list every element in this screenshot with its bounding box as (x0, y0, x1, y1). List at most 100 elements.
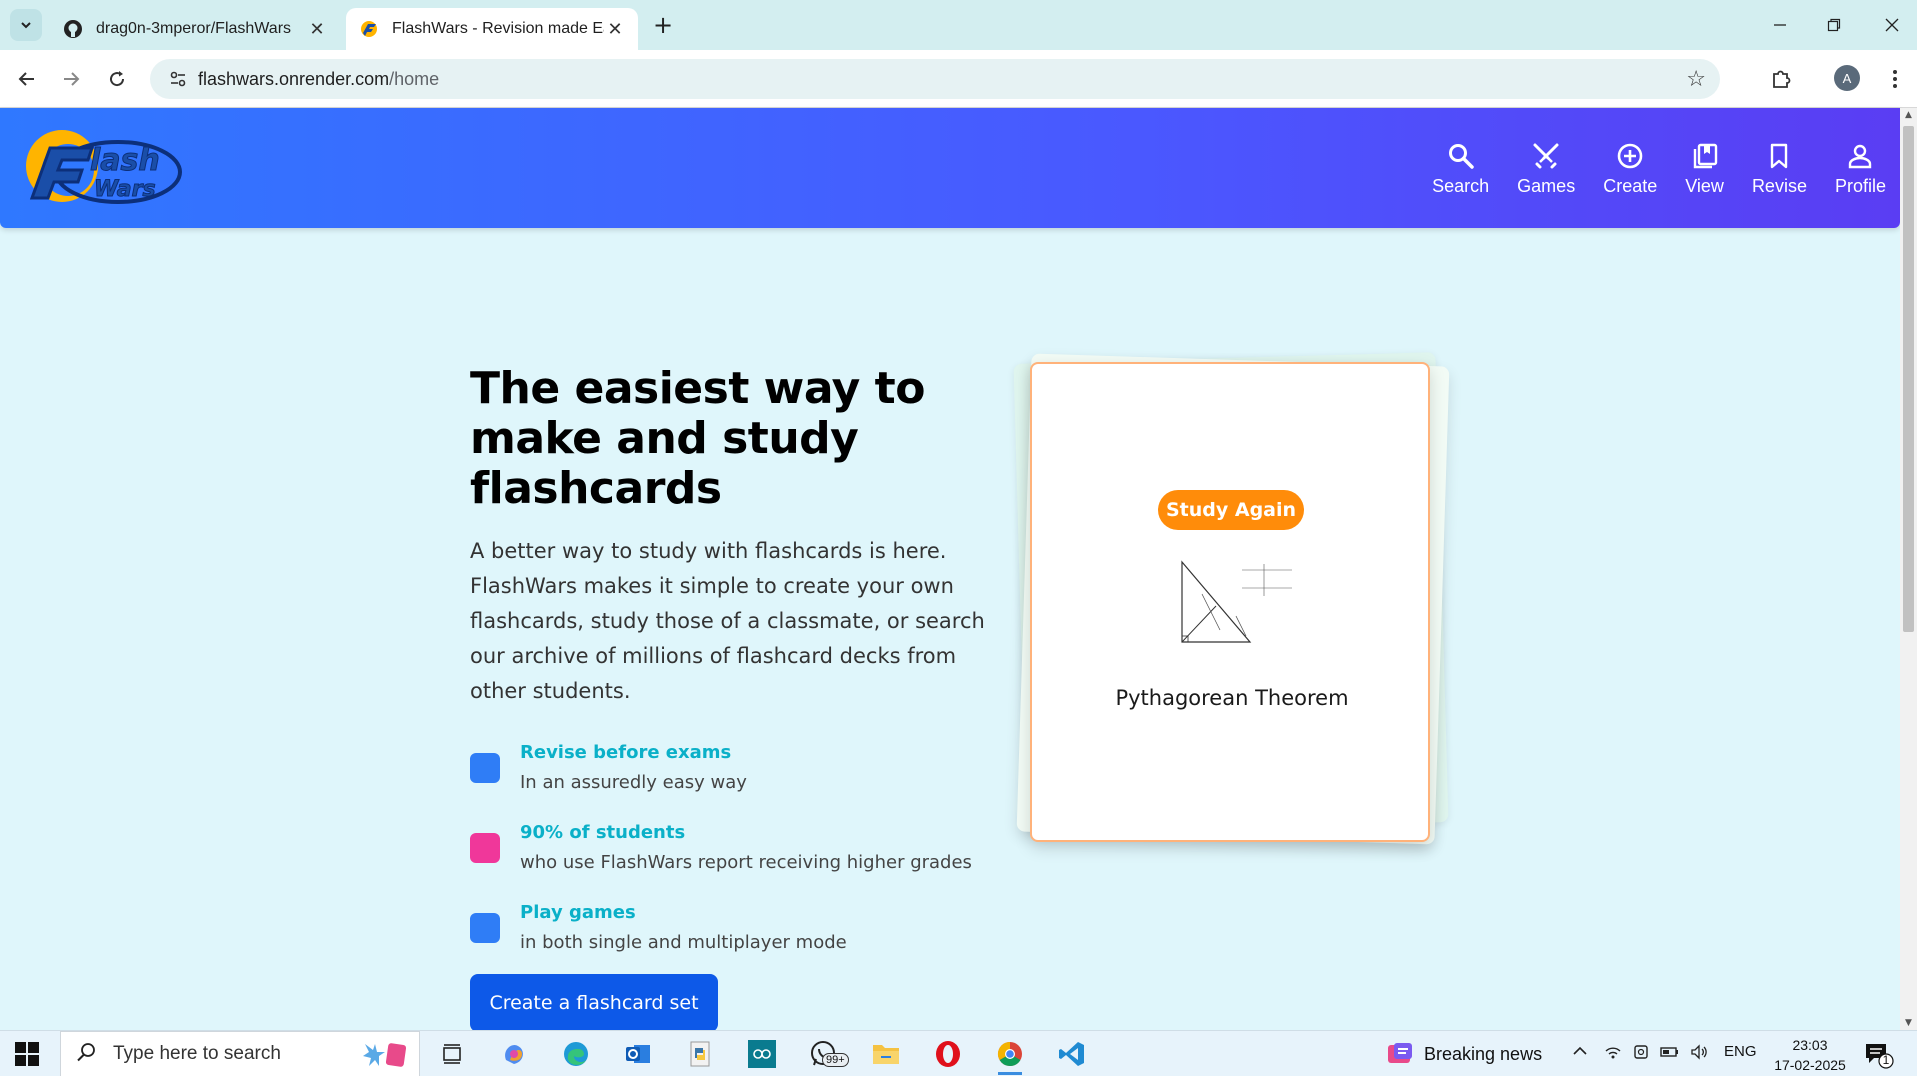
nav-create[interactable]: Create (1589, 140, 1671, 204)
feature-title: 90% of students (520, 822, 686, 843)
flashcard-preview[interactable]: Study Again Pythagorean Theorem (1030, 362, 1430, 842)
edge-app[interactable] (560, 1039, 592, 1069)
main-nav: Search Games Create View Revise Profile (1418, 140, 1900, 204)
outlook-app[interactable] (622, 1039, 654, 1069)
search-icon (1447, 140, 1475, 172)
forward-button[interactable] (56, 64, 86, 94)
battery-icon[interactable] (1660, 1043, 1680, 1065)
python-app[interactable] (684, 1039, 716, 1069)
tab-flashwars[interactable]: FlashWars - Revision made Easy ✕ (346, 8, 638, 50)
extensions-button[interactable] (1766, 64, 1796, 94)
nav-revise[interactable]: Revise (1738, 140, 1821, 204)
nav-label: View (1685, 176, 1724, 196)
browser-toolbar: flashwars.onrender.com/home ☆ A (0, 50, 1917, 108)
scrollbar-thumb[interactable] (1903, 126, 1914, 632)
notification-badge: 99+ (822, 1053, 849, 1067)
taskbar-clock[interactable]: 23:03 17-02-2025 (1770, 1035, 1850, 1075)
search-highlight-icon (359, 1040, 409, 1074)
url-text: flashwars.onrender.com/home (198, 69, 439, 90)
nav-search[interactable]: Search (1418, 140, 1503, 204)
bookmark-star-icon[interactable]: ☆ (1686, 67, 1706, 92)
feature-title: Play games (520, 902, 636, 923)
news-text: Breaking news (1424, 1043, 1543, 1064)
tab-search-button[interactable] (10, 9, 42, 41)
reload-button[interactable] (102, 64, 132, 94)
news-widget[interactable]: Breaking news (1386, 1039, 1542, 1069)
taskbar-search-box[interactable]: Type here to search (60, 1031, 420, 1076)
pythagorean-diagram-image (1181, 560, 1292, 643)
flashwars-favicon-icon (358, 18, 380, 40)
restore-button[interactable] (1814, 10, 1854, 40)
whatsapp-app[interactable]: 99+ (808, 1039, 849, 1069)
clock-date: 17-02-2025 (1774, 1057, 1846, 1073)
page-scrollbar[interactable]: ▲ ▼ (1900, 108, 1917, 1030)
arduino-icon (748, 1040, 776, 1068)
tab-github[interactable]: drag0n-3mperor/FlashWars ✕ (50, 8, 340, 50)
python-file-icon (690, 1041, 710, 1067)
study-again-badge: Study Again (1158, 490, 1304, 530)
scroll-up-icon[interactable]: ▲ (1904, 110, 1913, 120)
address-bar[interactable]: flashwars.onrender.com/home ☆ (150, 59, 1720, 99)
nav-label: Create (1603, 176, 1658, 196)
meet-now-icon[interactable] (1632, 1043, 1650, 1065)
site-info-icon[interactable] (158, 70, 198, 88)
windows-start-button[interactable] (14, 1041, 40, 1067)
feature-bullet (470, 753, 500, 783)
network-icon[interactable] (1604, 1043, 1622, 1065)
close-window-button[interactable] (1872, 10, 1912, 40)
nav-games[interactable]: Games (1503, 140, 1589, 204)
tab-title: FlashWars - Revision made Easy (392, 20, 604, 37)
profile-avatar[interactable]: A (1834, 65, 1860, 91)
nav-view[interactable]: View (1671, 140, 1738, 204)
plus-circle-icon (1616, 140, 1644, 172)
bookmark-icon (1765, 140, 1793, 172)
browser-menu-button[interactable] (1880, 64, 1910, 94)
nav-profile[interactable]: Profile (1821, 140, 1900, 204)
reload-icon (110, 71, 125, 87)
chrome-icon (997, 1042, 1022, 1067)
github-icon (62, 18, 84, 40)
more-vertical-icon (1893, 70, 1897, 88)
new-tab-button[interactable]: + (650, 11, 676, 39)
copilot-icon (505, 1044, 523, 1064)
folder-icon (873, 1045, 899, 1064)
feature-subtitle: in both single and multiplayer mode (520, 932, 847, 953)
outlook-icon (626, 1045, 650, 1063)
minimize-button[interactable] (1760, 10, 1800, 40)
nav-label: Games (1517, 176, 1576, 196)
arduino-app[interactable] (746, 1039, 778, 1069)
task-view-button[interactable] (436, 1039, 468, 1069)
feature-item: Play games in both single and multiplaye… (470, 902, 1030, 958)
notification-center-button[interactable]: 1 (1864, 1041, 1894, 1069)
language-indicator[interactable]: ENG (1724, 1043, 1757, 1060)
chrome-app[interactable] (994, 1039, 1026, 1075)
create-flashcard-set-button[interactable]: Create a flashcard set (470, 974, 718, 1032)
close-icon[interactable]: ✕ (604, 18, 626, 40)
windows-taskbar: Type here to search 99+ Breaking news EN… (0, 1030, 1917, 1076)
windows-logo-icon (15, 1042, 39, 1066)
vscode-app[interactable] (1056, 1039, 1088, 1069)
scroll-down-icon[interactable]: ▼ (1904, 1018, 1913, 1028)
show-hidden-icons-button[interactable] (1572, 1043, 1588, 1063)
clock-time: 23:03 (1792, 1037, 1828, 1053)
back-button[interactable] (12, 64, 42, 94)
chevron-down-icon (21, 22, 31, 29)
news-icon (1388, 1043, 1412, 1063)
swords-icon (1532, 140, 1560, 172)
volume-icon[interactable] (1690, 1043, 1710, 1065)
copilot-app[interactable] (498, 1039, 530, 1069)
feature-title: Revise before exams (520, 742, 732, 763)
hero-description: A better way to study with flashcards is… (470, 539, 985, 703)
opera-icon (936, 1041, 960, 1067)
url-host: flashwars.onrender.com (198, 68, 390, 89)
feature-bullet (470, 913, 500, 943)
feature-item: Revise before exams In an assuredly easy… (470, 742, 1030, 798)
close-icon[interactable]: ✕ (306, 18, 328, 40)
file-explorer-app[interactable] (870, 1039, 902, 1069)
flashwars-logo[interactable]: lash Wars (18, 126, 184, 210)
logo-text-wars: Wars (94, 177, 156, 202)
url-path: /home (389, 68, 440, 89)
taskbar-search-placeholder: Type here to search (113, 1043, 281, 1064)
nav-label: Revise (1751, 176, 1807, 196)
opera-app[interactable] (932, 1039, 964, 1069)
